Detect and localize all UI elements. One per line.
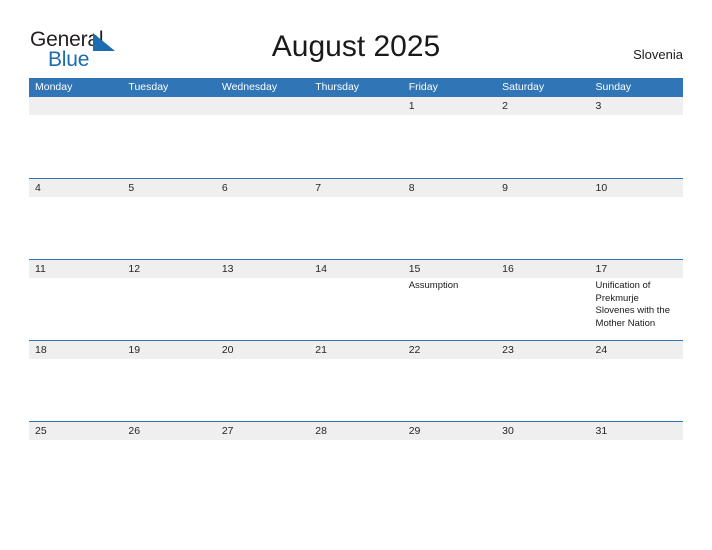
week-date-band: 4 5 6 7 8 9 10 [29, 179, 683, 197]
day-number[interactable]: 24 [590, 341, 683, 359]
day-event-text [309, 115, 402, 177]
day-event-text: Unification of Prekmurje Slovenes with t… [595, 280, 670, 329]
day-event-text [496, 278, 589, 340]
day-number[interactable] [29, 97, 122, 115]
day-event-text [216, 359, 309, 421]
day-number[interactable]: 17 [590, 260, 683, 278]
weekday-header-monday: Monday [35, 81, 73, 93]
day-number[interactable]: 23 [496, 341, 589, 359]
day-number[interactable]: 15 [403, 260, 496, 278]
week-event-layer [29, 440, 683, 502]
day-event-text [309, 440, 402, 502]
day-number[interactable]: 14 [309, 260, 402, 278]
day-number[interactable]: 10 [590, 179, 683, 197]
day-event-text: Assumption [408, 280, 459, 291]
day-number[interactable]: 5 [122, 179, 215, 197]
day-number[interactable]: 1 [403, 97, 496, 115]
weekday-header-wednesday: Wednesday [221, 81, 278, 93]
calendar-week-row: 11 12 13 14 15 16 17 Assumption Unificat… [29, 259, 683, 340]
day-event-text [309, 197, 402, 259]
day-number[interactable]: 16 [496, 260, 589, 278]
weekday-header-sunday: Sunday [595, 81, 632, 93]
calendar-week-row: 4 5 6 7 8 9 10 [29, 178, 683, 259]
calendar-week-row: 18 19 20 21 22 23 24 [29, 340, 683, 421]
day-event-text [122, 440, 215, 502]
day-number[interactable] [216, 97, 309, 115]
day-event-text [496, 359, 589, 421]
day-number[interactable]: 12 [122, 260, 215, 278]
page-title: August 2025 [271, 30, 441, 63]
day-number[interactable]: 18 [29, 341, 122, 359]
day-event-text [403, 440, 496, 502]
day-event-text [122, 359, 215, 421]
day-number[interactable]: 31 [590, 422, 683, 440]
day-number[interactable]: 22 [403, 341, 496, 359]
day-event-text [216, 278, 309, 340]
day-event-text [496, 197, 589, 259]
week-date-band: 25 26 27 28 29 30 31 [29, 422, 683, 440]
day-number[interactable]: 30 [496, 422, 589, 440]
day-event-text [590, 440, 683, 502]
day-event-text [122, 278, 215, 340]
day-event-text [216, 197, 309, 259]
day-number[interactable]: 26 [122, 422, 215, 440]
day-number[interactable]: 27 [216, 422, 309, 440]
day-number[interactable]: 6 [216, 179, 309, 197]
day-number[interactable]: 2 [496, 97, 589, 115]
weekday-header-thursday: Thursday [315, 81, 360, 93]
day-number[interactable]: 29 [403, 422, 496, 440]
day-number[interactable]: 7 [309, 179, 402, 197]
day-number[interactable]: 3 [590, 97, 683, 115]
week-event-layer: Assumption Unification of Prekmurje Slov… [29, 278, 683, 340]
day-event-text [29, 115, 122, 177]
country-label: Slovenia [633, 47, 683, 62]
week-event-layer [29, 197, 683, 259]
day-event-text [122, 115, 215, 177]
weekday-header-tuesday: Tuesday [128, 81, 169, 93]
day-event-text [309, 278, 402, 340]
calendar-week-row: 1 2 3 [29, 97, 683, 178]
day-event-text [403, 359, 496, 421]
day-event-text [216, 440, 309, 502]
day-number[interactable]: 20 [216, 341, 309, 359]
day-number[interactable]: 28 [309, 422, 402, 440]
day-event-text [29, 278, 122, 340]
weekday-header-saturday: Saturday [502, 81, 545, 93]
day-event-text [309, 359, 402, 421]
day-event-text [403, 197, 496, 259]
day-event-text [590, 197, 683, 259]
day-number[interactable]: 21 [309, 341, 402, 359]
day-event-text [122, 197, 215, 259]
week-event-layer [29, 115, 683, 177]
week-event-layer [29, 359, 683, 421]
day-event-text [496, 115, 589, 177]
day-event-text [29, 440, 122, 502]
day-number[interactable]: 8 [403, 179, 496, 197]
day-number[interactable]: 4 [29, 179, 122, 197]
day-number[interactable]: 9 [496, 179, 589, 197]
page-header: General Blue August 2025 Slovenia [0, 0, 712, 78]
day-number[interactable]: 11 [29, 260, 122, 278]
weekday-header-row: Monday Tuesday Wednesday Thursday Friday… [29, 78, 683, 97]
day-event-text [216, 115, 309, 177]
day-number[interactable] [309, 97, 402, 115]
day-event-text [590, 359, 683, 421]
day-number[interactable]: 13 [216, 260, 309, 278]
week-date-band: 11 12 13 14 15 16 17 [29, 260, 683, 278]
day-number[interactable] [122, 97, 215, 115]
weekday-header-friday: Friday [408, 81, 438, 93]
day-event-text [590, 115, 683, 177]
day-event-text [496, 440, 589, 502]
day-number[interactable]: 19 [122, 341, 215, 359]
week-date-band: 18 19 20 21 22 23 24 [29, 341, 683, 359]
calendar-week-row: 25 26 27 28 29 30 31 [29, 421, 683, 502]
day-event-text [403, 115, 496, 177]
day-event-text [29, 197, 122, 259]
day-event-text [29, 359, 122, 421]
calendar-grid: Monday Tuesday Wednesday Thursday Friday… [29, 78, 683, 502]
week-date-band: 1 2 3 [29, 97, 683, 115]
day-number[interactable]: 25 [29, 422, 122, 440]
